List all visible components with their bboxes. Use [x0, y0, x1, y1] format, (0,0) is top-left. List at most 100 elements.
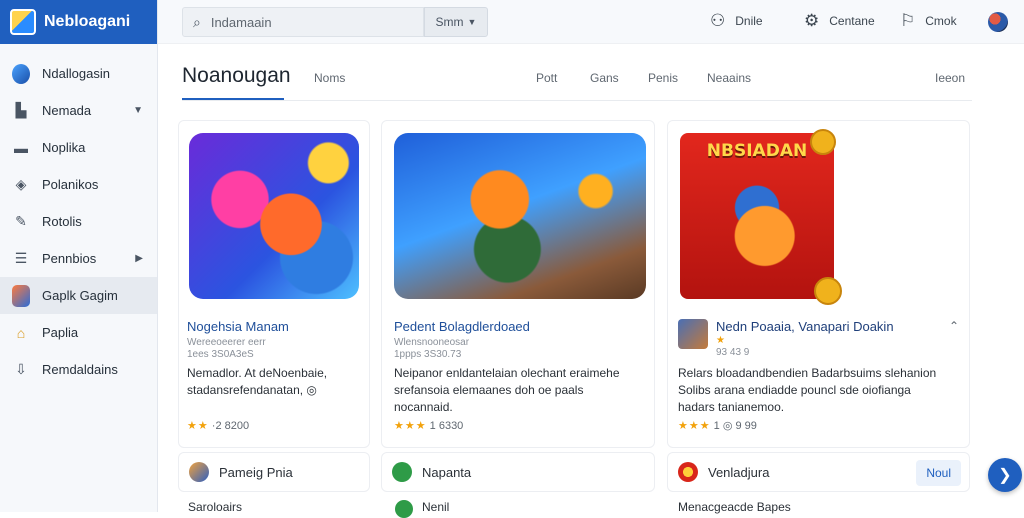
sidebar-item-gaplk-gagim[interactable]: Gaplk Gagim: [0, 277, 157, 314]
sidebar-item-label: Ndallogasin: [42, 66, 110, 81]
game-card[interactable]: Nogehsia Manam Wereeoeerer eerr 1ees 3S0…: [178, 120, 370, 448]
rating-value: ·2 8200: [211, 420, 250, 432]
top-action-label: Dnile: [735, 14, 763, 28]
sidebar-item-nemada[interactable]: ▙ Nemada ▼: [0, 92, 157, 129]
bottom-card-venladjura[interactable]: Venladjura Noul: [667, 452, 970, 492]
download-icon: ⇩: [15, 361, 27, 377]
sidebar-item-label: Gaplk Gagim: [42, 288, 118, 303]
sidebar-item-label: Nemada: [42, 103, 92, 118]
tabs-divider: [182, 100, 972, 101]
bottom-card-label: Napanta: [422, 464, 472, 480]
card-description: Neipanor enldantelaian olechant eraimehe…: [394, 366, 620, 414]
sidebar-item-pennbios[interactable]: ☰ Pennbios ▶: [0, 240, 157, 277]
top-action-centane[interactable]: ⚙ Centane: [804, 11, 875, 31]
tab-penis[interactable]: Penis: [648, 71, 678, 85]
game-card[interactable]: NBSIADAN Nedn Poaaia, Vanapari Doakin ★ …: [667, 120, 970, 448]
sidebar: Nebloagani Ndallogasin ▙ Nemada ▼ ▬ Nopl…: [0, 0, 158, 512]
tab-noms[interactable]: Noms: [314, 71, 345, 85]
app-icon: [678, 462, 698, 482]
app-icon: [12, 63, 30, 84]
card-meta: 1ees 3S0A3eS: [187, 349, 254, 360]
card-title[interactable]: Nogehsia Manam: [187, 319, 289, 334]
brand-header[interactable]: Nebloagani: [0, 0, 157, 44]
card-subtitle: ★: [716, 335, 725, 346]
sidebar-item-ndallogasin[interactable]: Ndallogasin: [0, 55, 157, 92]
sidebar-item-polanikos[interactable]: ◈ Polanikos: [0, 166, 157, 203]
bottom-card-napanta[interactable]: Napanta: [381, 452, 655, 492]
page-title: Noanougan: [182, 64, 291, 87]
sidebar-item-paplia[interactable]: ⌂ Paplia: [0, 314, 157, 351]
sidebar-item-noplika[interactable]: ▬ Noplika: [0, 129, 157, 166]
rating-value: 1 ◎ 9 99: [713, 420, 757, 432]
game-icon: [12, 284, 30, 307]
rating-value: 1 6330: [429, 420, 464, 432]
topbar: ⌕ Indamaain Smm ▼ ⚇ Dnile ⚙ Centane ⚐ Cm…: [158, 0, 1024, 44]
card-description: Nemadlor. At deNoenbaie, stadansrefendan…: [187, 366, 328, 397]
card-subtitle: Wereeoeerer eerr: [187, 337, 266, 348]
card-rating: ★★★ 1 ◎ 9 99: [678, 419, 757, 432]
card-rating: ★★ ·2 8200: [187, 419, 249, 432]
top-action-dnile[interactable]: ⚇ Dnile: [710, 11, 763, 31]
sidebar-item-label: Pennbios: [42, 251, 97, 266]
top-action-label: Centane: [829, 14, 875, 28]
chevron-down-icon: ▼: [467, 17, 477, 27]
sidebar-item-label: Polanikos: [42, 177, 99, 192]
card-subtitle: Wlensnooneosar: [394, 337, 470, 348]
coin-icon: [810, 129, 836, 155]
next-arrow-button[interactable]: ❯: [988, 458, 1022, 492]
game-artwork-image[interactable]: NBSIADAN: [680, 133, 834, 299]
tab-gans[interactable]: Gans: [590, 71, 619, 85]
chevron-down-icon[interactable]: ▼: [133, 105, 143, 116]
list-icon: ☰: [14, 250, 28, 266]
bottom-card-label: Venladjura: [708, 464, 770, 480]
card-meta: 93 43 9: [716, 347, 750, 358]
bottom-card-label: Pameig Pnia: [219, 464, 293, 480]
search-icon: ⌕: [193, 13, 201, 30]
app-icon: [395, 500, 413, 518]
card-title[interactable]: Pedent Bolagdlerdoaed: [394, 319, 530, 334]
avatar[interactable]: [988, 12, 1008, 32]
sidebar-item-label: Noplika: [42, 140, 86, 155]
card-meta: 1ppps 3S30.73: [394, 349, 462, 360]
bottom-card-action-button[interactable]: Noul: [916, 460, 961, 486]
sidebar-item-rotolis[interactable]: ✎ Rotolis: [0, 203, 157, 240]
top-action-cmok[interactable]: ⚐ Cmok: [900, 11, 957, 31]
bottom-card-pameig[interactable]: Pameig Pnia: [178, 452, 370, 492]
chevron-up-icon[interactable]: ⌃: [949, 319, 959, 333]
top-action-label: Cmok: [925, 14, 957, 28]
tag-icon: ◈: [15, 176, 27, 192]
app-icon: [392, 462, 412, 482]
sidebar-item-label: Paplia: [42, 325, 79, 340]
sidebar-item-remdaldains[interactable]: ⇩ Remdaldains: [0, 351, 157, 388]
tab-ieeon[interactable]: Ieeon: [935, 71, 965, 85]
brand-logo-icon: [10, 9, 36, 35]
sidebar-item-label: Rotolis: [42, 214, 82, 229]
star-icon: ★★★: [394, 420, 427, 432]
card-rating: ★★★ 1 6330: [394, 419, 463, 432]
game-card[interactable]: Pedent Bolagdlerdoaed Wlensnooneosar 1pp…: [381, 120, 655, 448]
card-description: Relars bloadandbendien Badarbsuims sleha…: [678, 366, 937, 414]
chart-icon: ▙: [15, 102, 27, 118]
game-thumbnail-icon: [678, 319, 708, 349]
card-title[interactable]: Nedn Poaaia, Vanapari Doakin: [716, 319, 894, 334]
game-icon: [189, 462, 209, 482]
star-icon: ★★★: [678, 420, 711, 432]
search-input[interactable]: ⌕ Indamaain: [182, 7, 424, 37]
tab-neaains[interactable]: Neaains: [707, 71, 751, 85]
window-icon: ▬: [14, 139, 28, 156]
search-scope-select[interactable]: Smm ▼: [424, 7, 488, 37]
star-icon: ★★: [187, 420, 209, 432]
search-value: Indamaain: [210, 14, 272, 30]
wrench-icon: ✎: [15, 213, 27, 229]
people-icon: ⚇: [710, 11, 726, 30]
bookmark-icon: ⚐: [900, 11, 916, 30]
brand-name: Nebloagani: [44, 13, 131, 30]
building-icon: ⌂: [16, 324, 26, 341]
coin-icon: [814, 277, 842, 305]
settings-icon: ⚙: [804, 11, 820, 30]
tab-pott[interactable]: Pott: [536, 71, 557, 85]
game-artwork-image[interactable]: [394, 133, 646, 299]
game-artwork-image[interactable]: [189, 133, 359, 299]
chevron-right-icon[interactable]: ▶: [135, 253, 143, 264]
select-value: Smm: [435, 15, 464, 29]
